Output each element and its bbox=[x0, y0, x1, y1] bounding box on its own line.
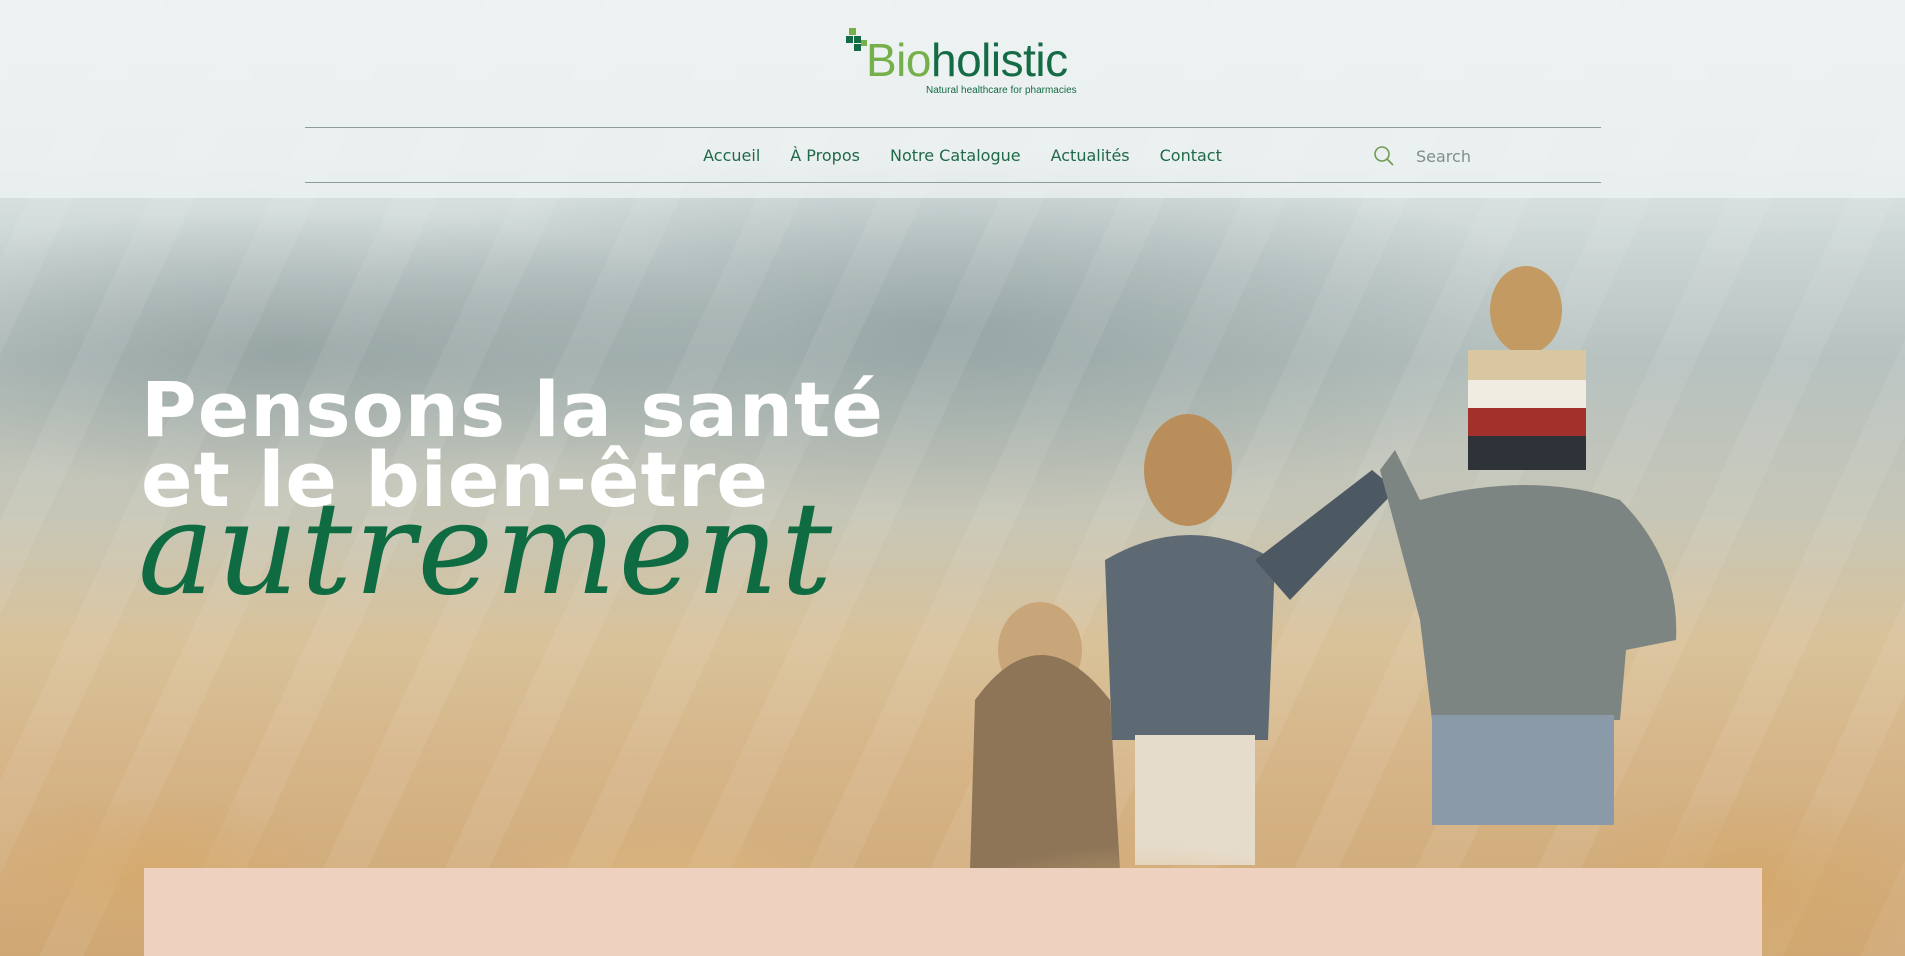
nav-item-accueil[interactable]: Accueil bbox=[703, 146, 760, 165]
nav-item-actualites[interactable]: Actualités bbox=[1051, 146, 1130, 165]
hero-script-word: autrement bbox=[138, 475, 835, 624]
nav-divider-bottom bbox=[305, 182, 1601, 183]
nav-item-contact[interactable]: Contact bbox=[1160, 146, 1222, 165]
nav-items: Accueil À Propos Notre Catalogue Actuali… bbox=[703, 146, 1222, 165]
site-header: Bioholistic Natural healthcare for pharm… bbox=[0, 0, 1905, 198]
intro-card bbox=[144, 868, 1762, 956]
logo-tagline: Natural healthcare for pharmacies bbox=[926, 85, 1077, 96]
logo-word-holistic: holistic bbox=[930, 34, 1068, 86]
logo-wordmark: Bioholistic bbox=[866, 36, 1068, 84]
logo-word-bio: Bio bbox=[866, 34, 931, 86]
main-nav: Accueil À Propos Notre Catalogue Actuali… bbox=[0, 127, 1905, 183]
nav-item-a-propos[interactable]: À Propos bbox=[790, 146, 860, 165]
search-input[interactable] bbox=[1416, 146, 1586, 166]
search-bar[interactable] bbox=[1372, 139, 1592, 173]
nav-item-catalogue[interactable]: Notre Catalogue bbox=[890, 146, 1021, 165]
search-icon[interactable] bbox=[1372, 144, 1396, 168]
brand-logo[interactable]: Bioholistic Natural healthcare for pharm… bbox=[846, 26, 1077, 100]
logo-cross-icon bbox=[846, 28, 867, 51]
